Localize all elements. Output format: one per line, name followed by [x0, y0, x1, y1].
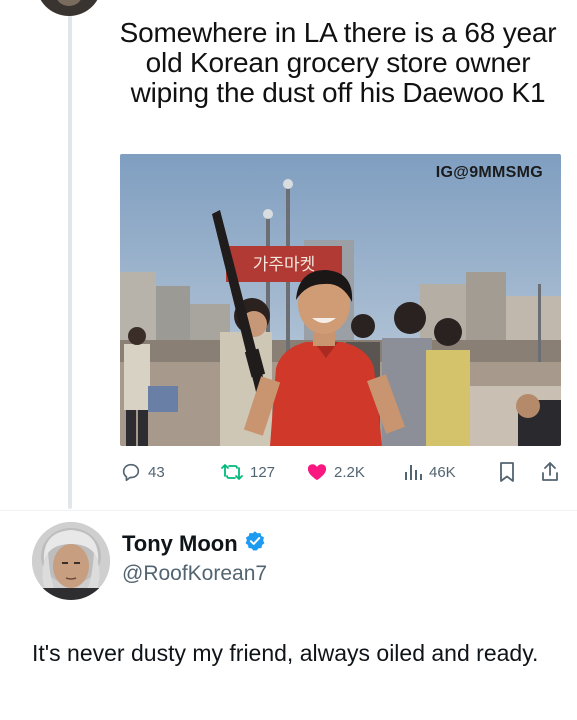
retweet-icon [220, 461, 244, 483]
views-count: 46K [429, 463, 456, 481]
reply-count: 43 [148, 463, 165, 481]
verified-badge-icon [244, 530, 266, 558]
reply-text: It's never dusty my friend, always oiled… [32, 640, 539, 666]
views-icon [403, 462, 423, 482]
tweet-divider [0, 510, 577, 511]
banner-text: 가주마켓 [253, 255, 316, 275]
retweet-count: 127 [250, 463, 276, 481]
retweet-button[interactable]: 127 [220, 458, 275, 486]
avatar[interactable] [32, 522, 110, 600]
reply-button[interactable]: 43 [120, 458, 165, 486]
author-handle[interactable]: @RoofKorean7 [122, 562, 267, 586]
tweet-action-bar: 43 127 2.2K 46K [120, 458, 570, 486]
meme-photo: 가주마켓 IG@9MMSMG [120, 154, 561, 446]
photo-watermark: IG@9MMSMG [435, 164, 543, 181]
reply-icon [120, 461, 142, 483]
meme-caption: Somewhere in LA there is a 68 year old K… [119, 17, 557, 108]
meme-image[interactable]: Somewhere in LA there is a 68 year old K… [114, 18, 562, 458]
author-name-row[interactable]: Tony Moon [122, 530, 266, 558]
riot-street-photo: 가주마켓 [120, 154, 561, 446]
share-icon [540, 461, 560, 483]
bookmark-icon [498, 461, 516, 483]
views-button[interactable]: 46K [403, 458, 456, 486]
thread-connector-line [68, 14, 72, 509]
tony-moon-avatar-image [32, 522, 110, 600]
like-button[interactable]: 2.2K [306, 458, 365, 486]
bookmark-button[interactable] [498, 458, 516, 486]
share-button[interactable] [540, 458, 560, 486]
like-count: 2.2K [334, 463, 365, 481]
author-name: Tony Moon [122, 531, 238, 556]
heart-icon [306, 462, 328, 482]
original-poster-avatar[interactable] [36, 0, 102, 16]
